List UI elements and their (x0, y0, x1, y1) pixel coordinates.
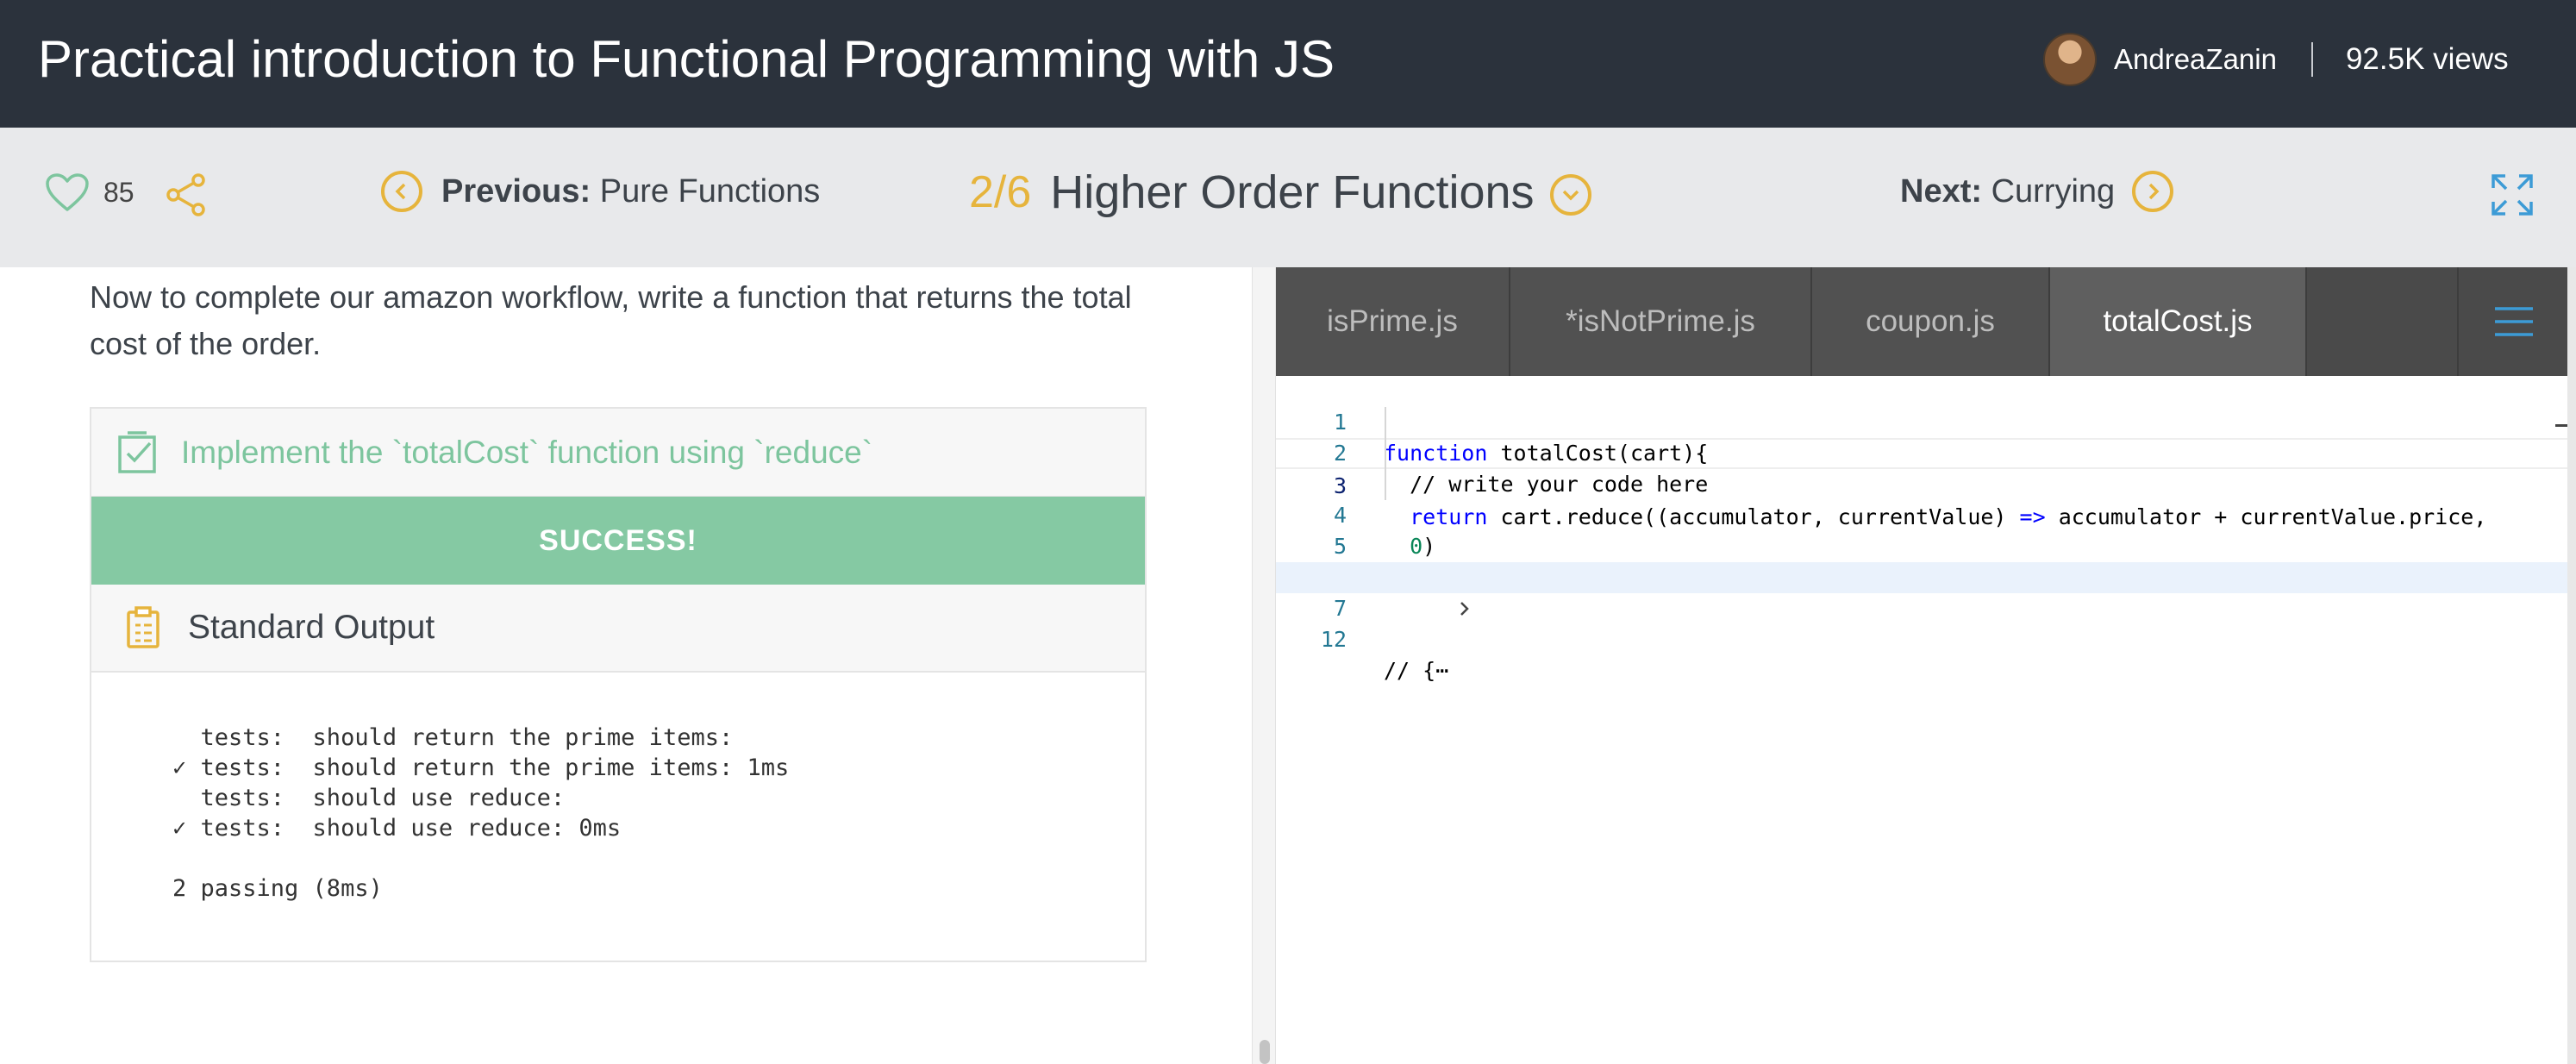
expand-icon[interactable] (2490, 172, 2535, 217)
tab-coupon[interactable]: coupon.js (1812, 267, 2050, 376)
tab-strip-spacer (2307, 267, 2457, 376)
pane-scrollbar[interactable] (1252, 267, 1276, 1064)
instructions-pane: Now to complete our amazon workflow, wri… (0, 267, 1252, 1064)
log-line: ✓ tests: should return the prime items: … (172, 754, 790, 781)
task-row: Implement the `totalCost` function using… (91, 409, 1145, 497)
next-title[interactable]: Currying (1991, 173, 2116, 210)
scrollbar-thumb[interactable] (1260, 1040, 1270, 1064)
lesson-nav-bar: 85 Previous: Pure Functions 2/6 Higher O… (0, 128, 2576, 267)
previous-label[interactable]: Previous: Pure Functions (441, 173, 820, 210)
course-title: Practical introduction to Functional Pro… (38, 30, 1335, 88)
task-description: Implement the `totalCost` function using… (181, 434, 873, 470)
editor-menu-button[interactable] (2457, 267, 2569, 376)
code-line[interactable]: 12 (1276, 593, 2569, 652)
editor-edge (2567, 267, 2576, 1064)
tab-isprime[interactable]: isPrime.js (1276, 267, 1510, 376)
code-line[interactable]: 4 0) (1276, 469, 2569, 559)
lesson-number: 2/6 (969, 167, 1032, 217)
code-line[interactable]: 2 // write your code here (1276, 407, 2569, 497)
standard-output-log: tests: should return the prime items: ✓ … (91, 673, 1145, 902)
instructions-text: Now to complete our amazon workflow, wri… (90, 279, 1132, 361)
lesson-title[interactable]: Higher Order Functions (1050, 166, 1534, 219)
code-line[interactable]: 5 } (1276, 500, 2569, 590)
previous-lesson-link[interactable]: Previous: Pure Functions (381, 171, 820, 212)
standard-output-header[interactable]: Standard Output (91, 585, 1145, 673)
clipboard-icon (127, 606, 159, 648)
log-line: tests: should use reduce: (172, 785, 566, 811)
code-line[interactable]: 1 function totalCost(cart){ (1276, 376, 2569, 466)
code-line-folded[interactable]: 7 // {⋯ (1276, 562, 2569, 683)
code-editor-pane: isPrime.js *isNotPrime.js coupon.js tota… (1276, 267, 2576, 1064)
log-line: ✓ tests: should use reduce: 0ms (172, 815, 622, 842)
checkbox-icon (118, 430, 156, 473)
previous-title[interactable]: Pure Functions (600, 173, 821, 210)
top-header: Practical introduction to Functional Pro… (0, 0, 2576, 128)
next-lesson-link[interactable]: Next: Currying (1900, 171, 2174, 212)
chevron-right-icon[interactable] (2132, 171, 2174, 212)
author-avatar[interactable] (2043, 33, 2097, 86)
expand-button[interactable] (2490, 172, 2535, 222)
like-count: 85 (103, 176, 134, 208)
view-count: 92.5K views (2345, 42, 2509, 76)
share-button[interactable] (164, 172, 209, 222)
code-line[interactable]: 6 (1276, 531, 2569, 590)
lesson-selector[interactable]: 2/6 Higher Order Functions (969, 166, 1591, 219)
heart-icon[interactable] (45, 172, 90, 212)
like-button[interactable]: 85 (45, 172, 134, 212)
chevron-down-icon[interactable] (1549, 174, 1591, 216)
success-banner: SUCCESS! (91, 497, 1145, 585)
passing-summary: 2 passing (8ms) (172, 875, 383, 902)
code-comment: // {⋯ (1384, 658, 1449, 683)
editor-tabs: isPrime.js *isNotPrime.js coupon.js tota… (1276, 267, 2569, 376)
tab-totalcost[interactable]: totalCost.js (2050, 267, 2307, 376)
chevron-left-icon[interactable] (381, 171, 422, 212)
code-area[interactable]: 1 function totalCost(cart){ 2 // write y… (1276, 376, 2569, 683)
overview-ruler-mark (2555, 424, 2567, 427)
log-line: tests: should return the prime items: (172, 724, 734, 751)
test-results-card: Implement the `totalCost` function using… (90, 407, 1147, 962)
standard-output-title: Standard Output (188, 609, 435, 646)
indent-guide (1385, 407, 1386, 500)
author-block[interactable]: AndreaZanin 92.5K views (2043, 33, 2509, 86)
header-divider (2310, 42, 2313, 77)
share-icon[interactable] (164, 172, 209, 217)
tab-isnotprime[interactable]: *isNotPrime.js (1510, 267, 1812, 376)
author-name[interactable]: AndreaZanin (2114, 43, 2277, 76)
code-line-current[interactable]: 3 return cart.reduce((accumulator, curre… (1276, 438, 2569, 529)
hamburger-menu-icon[interactable] (2493, 304, 2535, 339)
line-number: 12 (1320, 627, 1347, 652)
next-label[interactable]: Next: Currying (1900, 173, 2115, 210)
